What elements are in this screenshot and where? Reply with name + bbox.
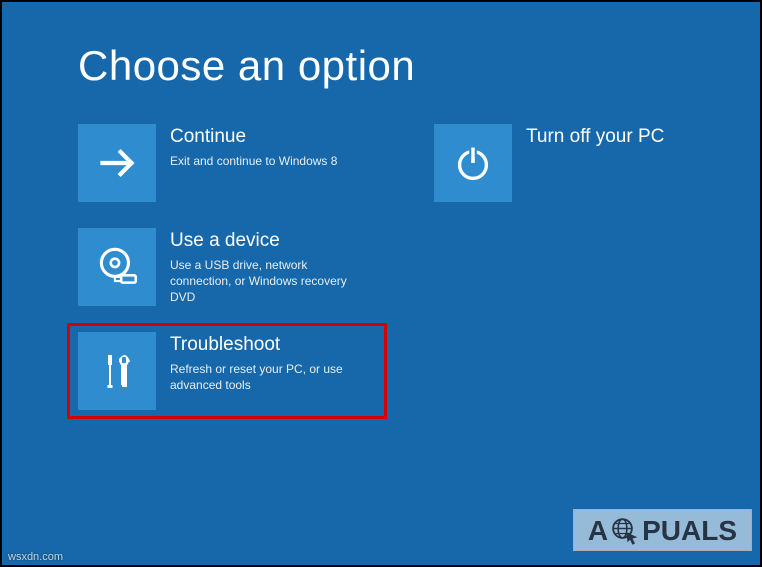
continue-text: Continue Exit and continue to Windows 8 (156, 124, 337, 169)
troubleshoot-text: Troubleshoot Refresh or reset your PC, o… (156, 332, 356, 393)
globe-cursor-icon (610, 516, 640, 546)
tools-icon (78, 332, 156, 410)
poweroff-text: Turn off your PC (512, 124, 664, 153)
troubleshoot-title: Troubleshoot (170, 334, 356, 357)
troubleshoot-tile[interactable]: Troubleshoot Refresh or reset your PC, o… (67, 323, 387, 419)
watermark-prefix: A (588, 517, 608, 545)
continue-tile[interactable]: Continue Exit and continue to Windows 8 (78, 124, 378, 202)
watermark-suffix: PUALS (642, 517, 737, 545)
device-title: Use a device (170, 230, 356, 253)
option-grid: Continue Exit and continue to Windows 8 … (78, 124, 734, 410)
continue-title: Continue (170, 126, 337, 149)
arrow-right-icon (78, 124, 156, 202)
troubleshoot-desc: Refresh or reset your PC, or use advance… (170, 361, 356, 393)
poweroff-title: Turn off your PC (526, 126, 664, 149)
recovery-screen: Choose an option Continue Exit and conti… (0, 0, 762, 567)
origin-label: wsxdn.com (8, 551, 63, 563)
disc-usb-icon (78, 228, 156, 306)
watermark-badge: A PUALS (573, 509, 752, 551)
power-icon (434, 124, 512, 202)
device-text: Use a device Use a USB drive, network co… (156, 228, 356, 305)
device-tile[interactable]: Use a device Use a USB drive, network co… (78, 228, 378, 306)
device-desc: Use a USB drive, network connection, or … (170, 257, 356, 306)
continue-desc: Exit and continue to Windows 8 (170, 153, 337, 169)
page-title: Choose an option (78, 42, 760, 90)
poweroff-tile[interactable]: Turn off your PC (434, 124, 734, 202)
